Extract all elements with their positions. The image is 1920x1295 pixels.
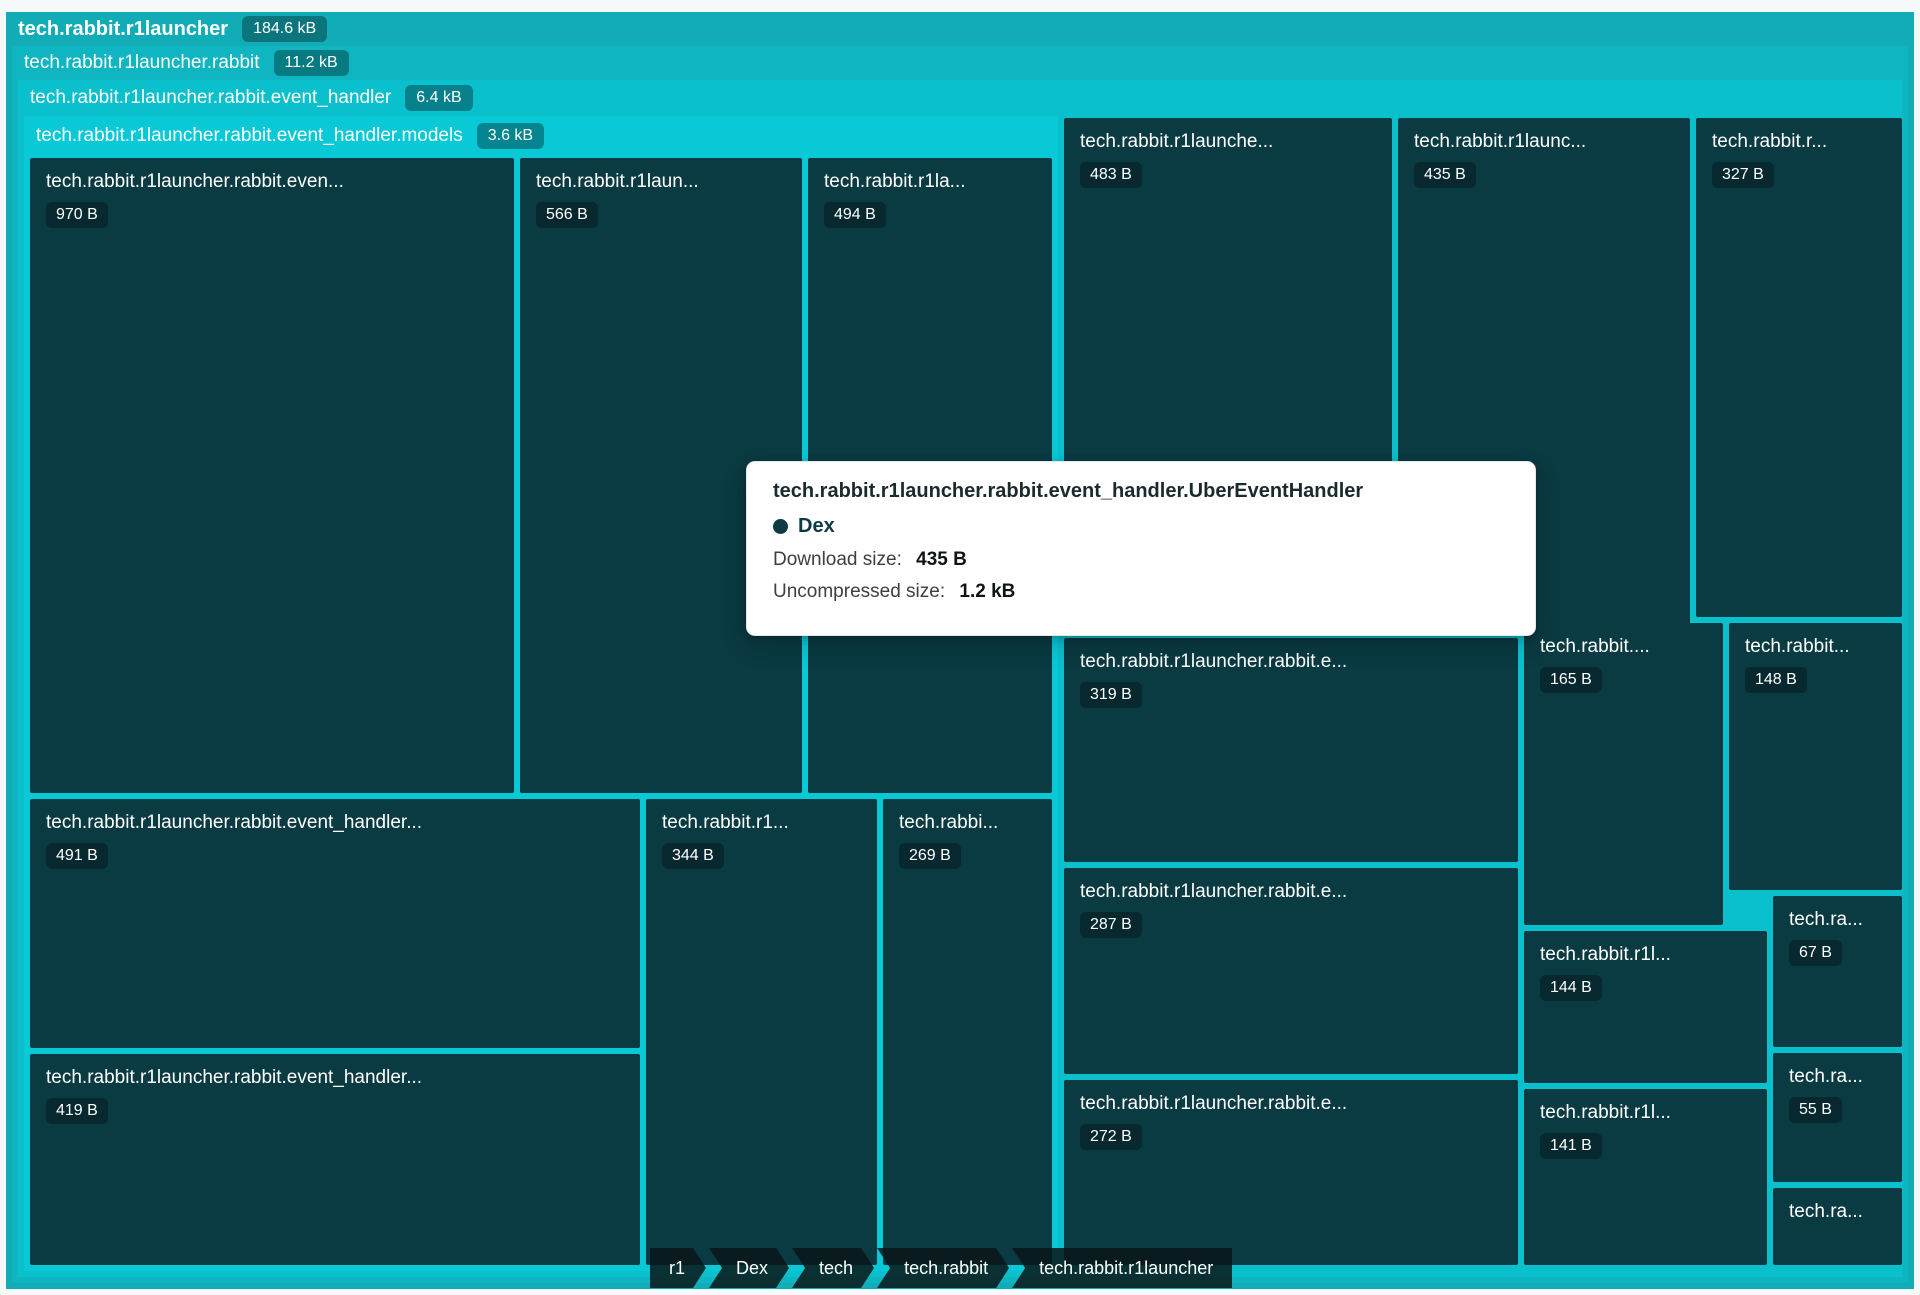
tile-label: tech.rabbit.r1... — [662, 812, 861, 834]
tile-label: tech.rabbit.r1l... — [1540, 944, 1751, 966]
treemap-tile[interactable]: tech.rabbit.r1launcher.rabbit.e... 287 B — [1064, 868, 1518, 1074]
tile-size-badge: 287 B — [1080, 912, 1142, 938]
breadcrumb-item[interactable]: r1 — [650, 1248, 706, 1288]
tile-label: tech.ra... — [1789, 1066, 1886, 1088]
tile-label: tech.rabbit.r... — [1712, 131, 1886, 153]
tile-size-badge: 566 B — [536, 202, 598, 228]
tile-size-badge: 165 B — [1540, 667, 1602, 693]
treemap-tile[interactable]: tech.rabbi... 269 B — [883, 799, 1052, 1265]
tile-label: tech.ra... — [1789, 1201, 1886, 1223]
tile-size-badge: 494 B — [824, 202, 886, 228]
group-size-badge: 11.2 kB — [274, 50, 349, 76]
tile-size-badge: 148 B — [1745, 667, 1807, 693]
treemap-tile[interactable]: tech.rabbit.r1launcher.rabbit.event_hand… — [30, 1054, 640, 1265]
tooltip-uncompressed-row: Uncompressed size: 1.2 kB — [773, 581, 1509, 603]
tile-size-badge: 319 B — [1080, 682, 1142, 708]
tile-label: tech.rabbit... — [1745, 636, 1886, 658]
treemap-tile[interactable]: tech.rabbit.... 165 B — [1524, 623, 1723, 925]
tile-size-badge: 970 B — [46, 202, 108, 228]
treemap-tile[interactable]: tech.rabbit... 148 B — [1729, 623, 1902, 890]
dex-bullet-icon — [773, 519, 788, 534]
tile-size-badge: 483 B — [1080, 162, 1142, 188]
group-size-badge: 6.4 kB — [405, 85, 472, 111]
tile-size-badge: 144 B — [1540, 975, 1602, 1001]
tile-label: tech.rabbit.r1launcher.rabbit.e... — [1080, 881, 1502, 903]
tile-label: tech.rabbit.r1l... — [1540, 1102, 1751, 1124]
tile-label: tech.rabbit.r1launcher.rabbit.even... — [46, 171, 498, 193]
breadcrumb: r1Dextechtech.rabbittech.rabbit.r1launch… — [650, 1248, 1232, 1288]
uncompressed-size-value: 1.2 kB — [959, 581, 1015, 602]
tile-size-badge: 272 B — [1080, 1124, 1142, 1150]
group-label: tech.rabbit.r1launcher.rabbit.event_hand… — [30, 87, 391, 109]
tile-label: tech.rabbi... — [899, 812, 1036, 834]
tile-label: tech.rabbit.r1launcher.rabbit.event_hand… — [46, 1067, 624, 1089]
tooltip-title: tech.rabbit.r1launcher.rabbit.event_hand… — [773, 480, 1509, 503]
tile-label: tech.rabbit.r1launcher.rabbit.e... — [1080, 1093, 1502, 1115]
treemap-tile[interactable]: tech.rabbit.r1... 344 B — [646, 799, 877, 1265]
treemap: tech.rabbit.r1launcher184.6 kBtech.rabbi… — [0, 0, 1920, 1295]
tooltip-type-label: Dex — [798, 515, 835, 538]
group-label: tech.rabbit.r1launcher — [18, 18, 228, 41]
breadcrumb-item[interactable]: Dex — [709, 1248, 789, 1288]
treemap-group-header[interactable]: tech.rabbit.r1launcher.rabbit.event_hand… — [30, 80, 1890, 116]
treemap-tile[interactable]: tech.rabbit.r1l... 141 B — [1524, 1089, 1767, 1265]
treemap-tile[interactable]: tech.rabbit.r1launcher.rabbit.e... 319 B — [1064, 638, 1518, 862]
tile-label: tech.rabbit.r1laun... — [536, 171, 786, 193]
tile-size-badge: 67 B — [1789, 940, 1842, 966]
tile-size-badge: 141 B — [1540, 1133, 1602, 1159]
group-label: tech.rabbit.r1launcher.rabbit.event_hand… — [36, 125, 463, 147]
treemap-tile[interactable]: tech.rabbit.r1launcher.rabbit.event_hand… — [30, 799, 640, 1048]
treemap-group-header[interactable]: tech.rabbit.r1launcher.rabbit.event_hand… — [36, 116, 1046, 156]
tile-label: tech.rabbit.r1launc... — [1414, 131, 1674, 153]
treemap-group-header[interactable]: tech.rabbit.r1launcher.rabbit 11.2 kB — [24, 46, 1896, 80]
tile-label: tech.ra... — [1789, 909, 1886, 931]
treemap-tile[interactable]: tech.ra... 67 B — [1773, 896, 1902, 1047]
treemap-tile[interactable]: tech.ra... 55 B — [1773, 1053, 1902, 1182]
tile-size-badge: 344 B — [662, 843, 724, 869]
tile-label: tech.rabbit.... — [1540, 636, 1707, 658]
tile-size-badge: 435 B — [1414, 162, 1476, 188]
tile-size-badge: 327 B — [1712, 162, 1774, 188]
group-label: tech.rabbit.r1launcher.rabbit — [24, 52, 260, 74]
download-size-value: 435 B — [916, 549, 967, 570]
tooltip: tech.rabbit.r1launcher.rabbit.event_hand… — [746, 461, 1536, 636]
tile-size-badge: 55 B — [1789, 1097, 1842, 1123]
tile-size-badge: 491 B — [46, 843, 108, 869]
breadcrumb-item[interactable]: tech.rabbit.r1launcher — [1012, 1248, 1232, 1288]
tooltip-download-row: Download size: 435 B — [773, 549, 1509, 571]
treemap-tile[interactable]: tech.rabbit.r... 327 B — [1696, 118, 1902, 617]
group-size-badge: 3.6 kB — [477, 123, 544, 149]
treemap-tile[interactable]: tech.ra... — [1773, 1188, 1902, 1265]
breadcrumb-item[interactable]: tech — [792, 1248, 874, 1288]
tile-size-badge: 269 B — [899, 843, 961, 869]
tile-label: tech.rabbit.r1launcher.rabbit.e... — [1080, 651, 1502, 673]
breadcrumb-item[interactable]: tech.rabbit — [877, 1248, 1009, 1288]
treemap-tile[interactable]: tech.rabbit.r1launcher.rabbit.even... 970… — [30, 158, 514, 793]
tile-label: tech.rabbit.r1la... — [824, 171, 1036, 193]
tile-label: tech.rabbit.r1launcher.rabbit.event_hand… — [46, 812, 624, 834]
tile-label: tech.rabbit.r1launche... — [1080, 131, 1376, 153]
treemap-tile[interactable]: tech.rabbit.r1launcher.rabbit.e... 272 B — [1064, 1080, 1518, 1265]
treemap-tile[interactable]: tech.rabbit.r1l... 144 B — [1524, 931, 1767, 1083]
group-size-badge: 184.6 kB — [242, 16, 327, 42]
uncompressed-size-label: Uncompressed size: — [773, 581, 945, 602]
treemap-group-header[interactable]: tech.rabbit.r1launcher 184.6 kB — [18, 12, 1902, 46]
tooltip-type-row: Dex — [773, 515, 1509, 538]
tile-size-badge: 419 B — [46, 1098, 108, 1124]
download-size-label: Download size: — [773, 549, 902, 570]
